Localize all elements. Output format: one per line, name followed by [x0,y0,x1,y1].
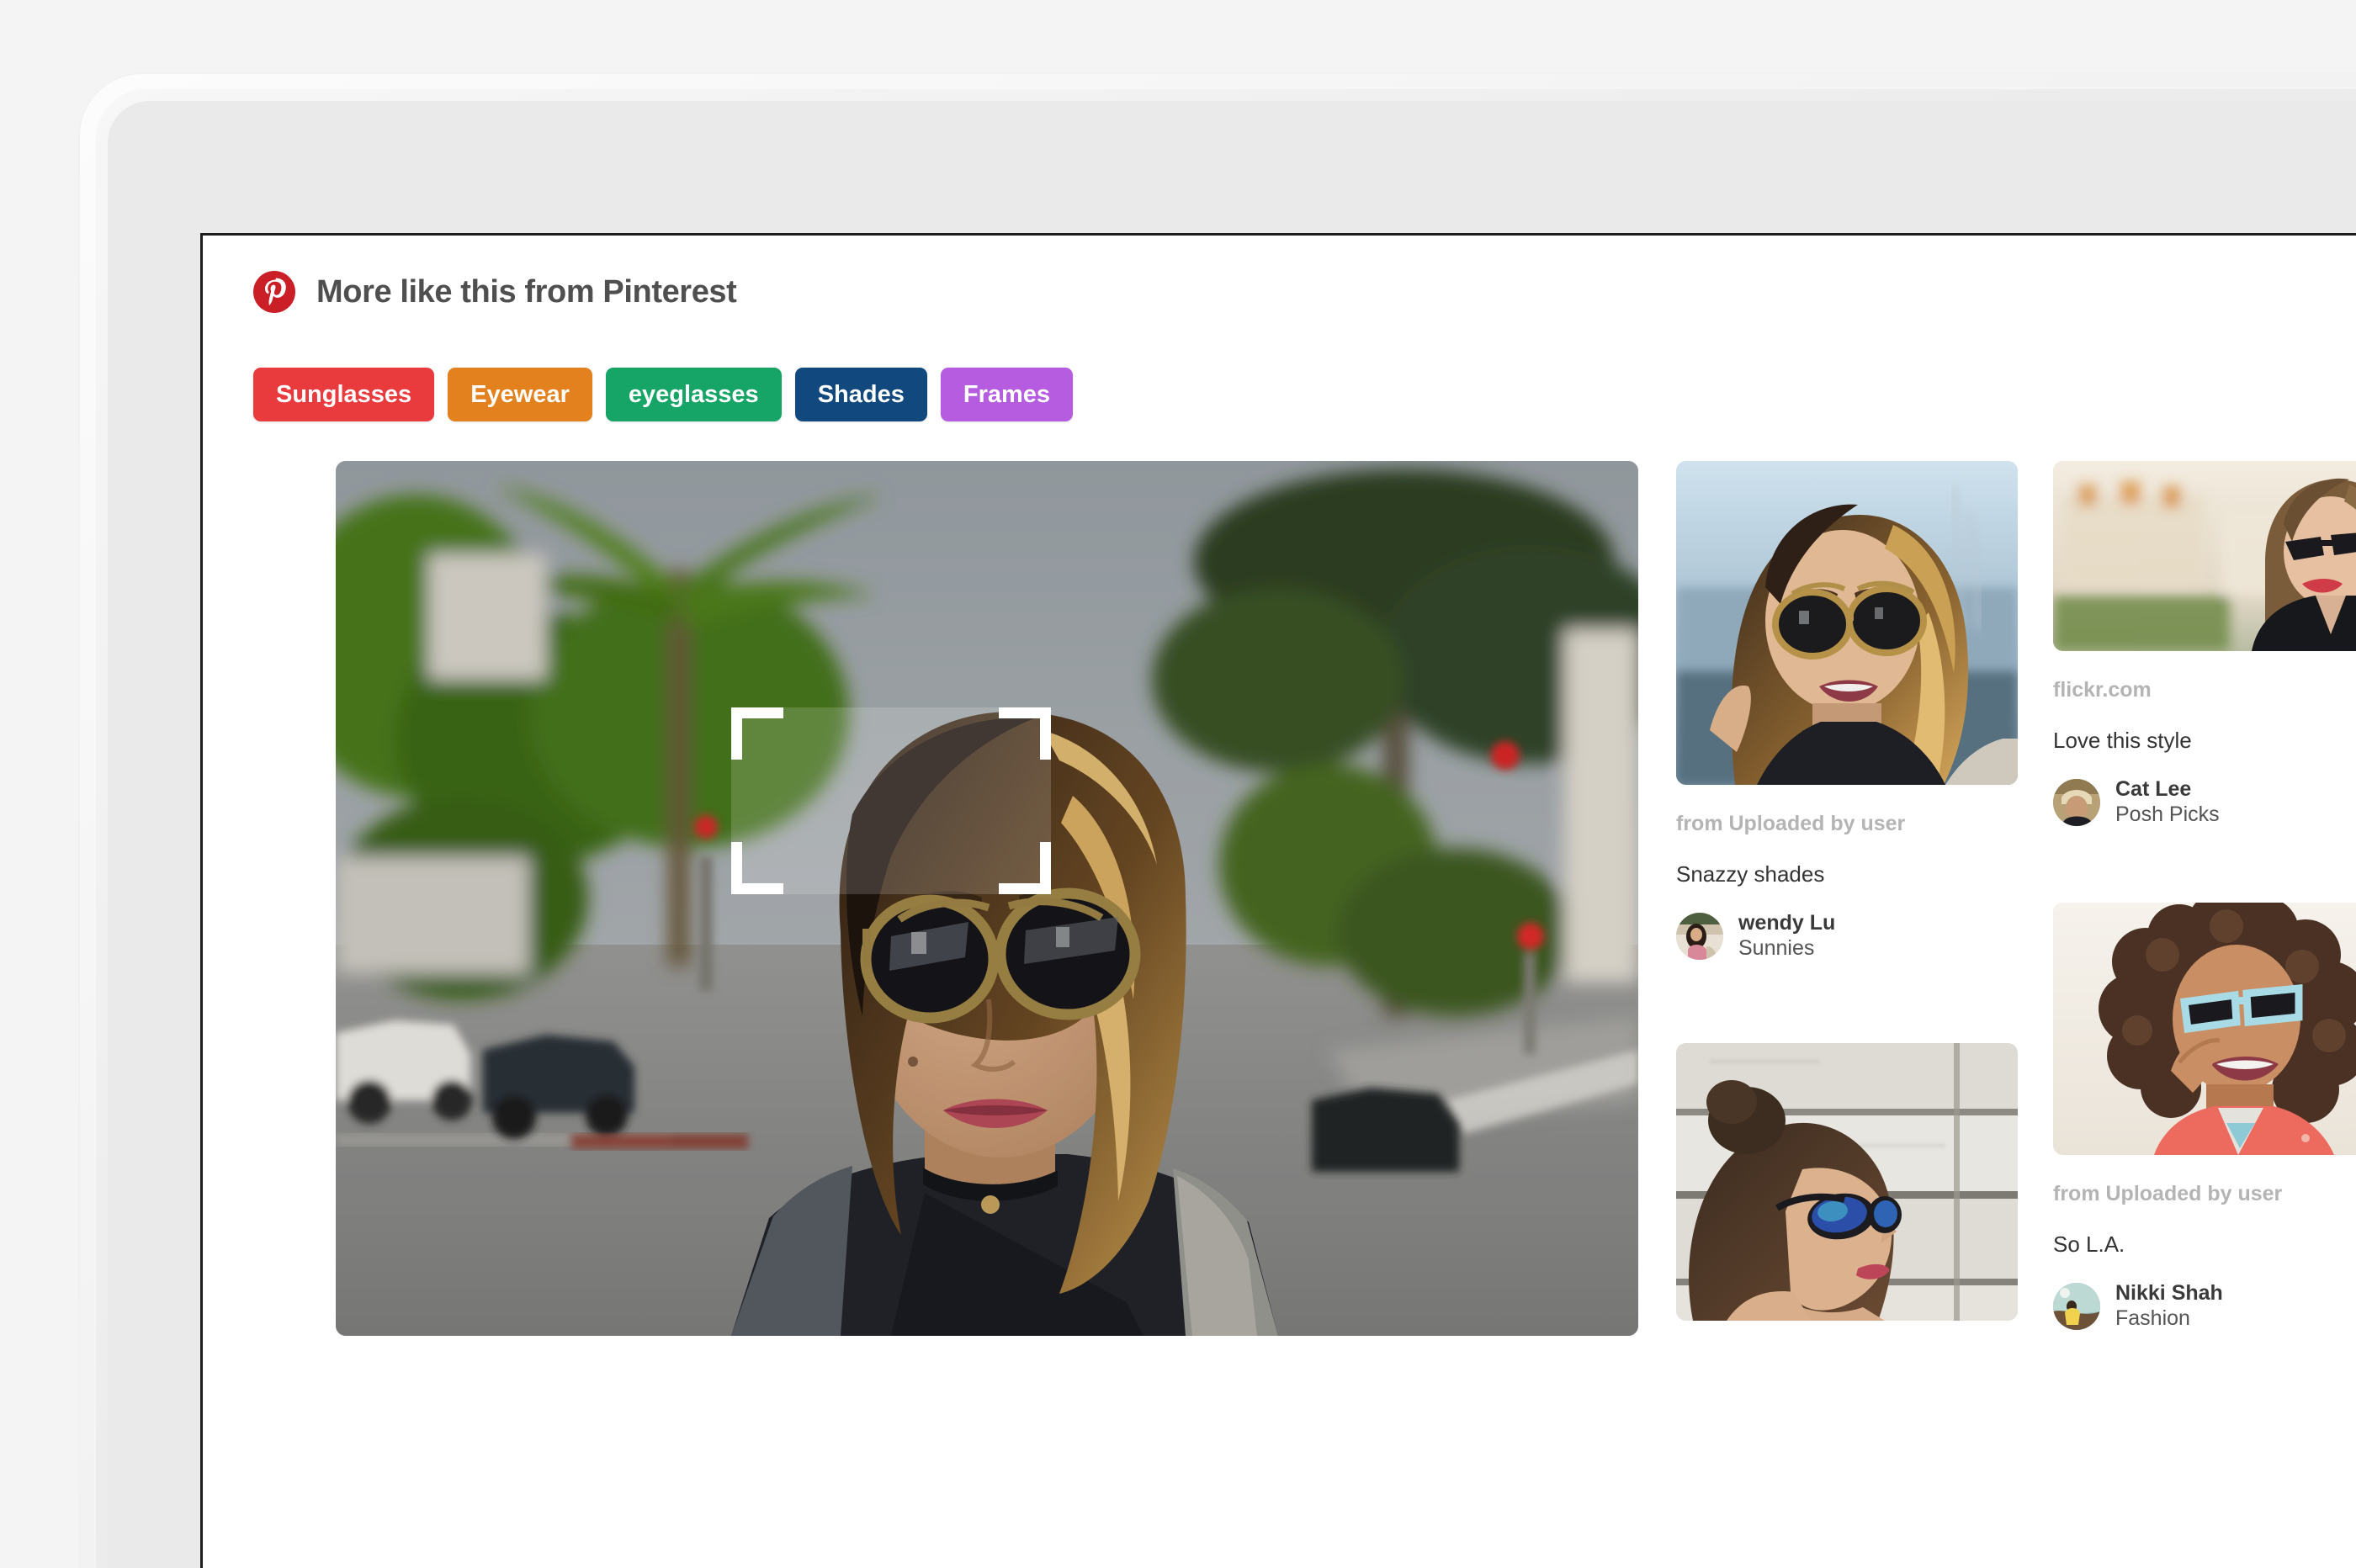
result-user-name: Nikki Shah [2115,1281,2223,1305]
result-user[interactable]: Cat Lee Posh Picks [2053,777,2356,827]
result-user[interactable]: Nikki Shah Fashion [2053,1281,2356,1331]
result-card[interactable]: from Uploaded by user So L.A. Nikki Shah… [2053,903,2356,1331]
result-card[interactable] [1676,1043,2018,1321]
tag-pill-shades[interactable]: Shades [794,368,927,421]
tag-pill-eyeglasses[interactable]: eyeglasses [605,368,782,421]
avatar [1676,912,1723,960]
result-note: Love this style [2053,728,2192,753]
tag-pill-label: Frames [963,380,1051,408]
result-card-meta: from Uploaded by user So L.A. Nikki Shah… [2053,1182,2356,1331]
result-source: from Uploaded by user [2053,1182,2283,1205]
result-source: from Uploaded by user [1676,812,1906,835]
results-column-3: flickr.com Love this style Cat Lee Posh … [2053,461,2356,1331]
page-title: More like this from Pinterest [316,273,737,310]
result-card-meta: flickr.com Love this style Cat Lee Posh … [2053,678,2356,827]
result-card-image[interactable] [2053,461,2356,651]
result-user-board: Posh Picks [2115,802,2220,826]
result-note: Snazzy shades [1676,861,1825,887]
tag-pill-label: Shades [817,380,905,408]
result-source: flickr.com [2053,678,2152,702]
result-user-name: Cat Lee [2115,777,2192,801]
result-card-meta: from Uploaded by user Snazzy shades wend… [1676,812,2018,961]
tag-pill-sunglasses[interactable]: Sunglasses [253,368,435,421]
result-card[interactable]: flickr.com Love this style Cat Lee Posh … [2053,461,2356,827]
result-note: So L.A. [2053,1232,2125,1257]
tag-pill-label: eyeglasses [628,380,759,408]
result-card-image[interactable] [1676,1043,2018,1321]
tag-pill-label: Eyewear [470,380,570,408]
tag-pill-frames[interactable]: Frames [940,368,1074,421]
result-card-image[interactable] [1676,461,2018,785]
screenshot-stage: More like this from Pinterest Sunglasses… [0,0,2356,1568]
device-screen: More like this from Pinterest Sunglasses… [200,233,2356,1568]
pinterest-logo-icon [253,271,295,313]
tag-pill-label: Sunglasses [276,380,412,408]
result-user-board: Sunnies [1738,935,1815,960]
result-user-board: Fashion [2115,1306,2190,1330]
avatar [2053,1282,2100,1330]
result-user[interactable]: wendy Lu Sunnies [1676,911,2018,961]
result-card[interactable]: from Uploaded by user Snazzy shades wend… [1676,461,2018,961]
tag-pill-eyewear[interactable]: Eyewear [448,368,592,421]
tag-filter-row: Sunglasses Eyewear eyeglasses Shades Fra… [253,368,1074,421]
result-card-image[interactable] [2053,903,2356,1155]
result-user-name: wendy Lu [1738,911,1836,935]
avatar [2053,778,2100,826]
page-header: More like this from Pinterest [253,271,737,313]
results-column-2: from Uploaded by user Snazzy shades wend… [1676,461,2018,1321]
hero-image[interactable] [336,461,1638,1336]
